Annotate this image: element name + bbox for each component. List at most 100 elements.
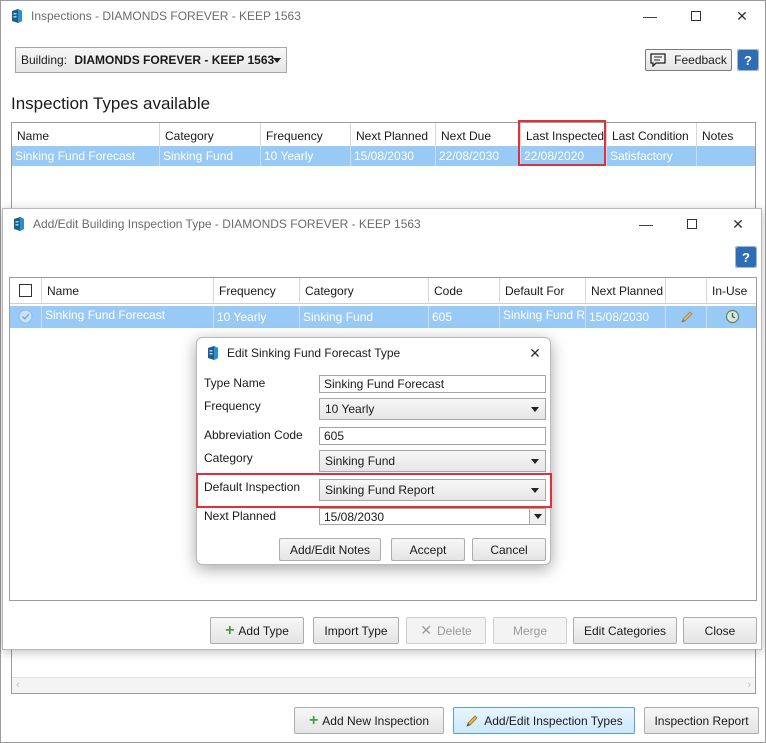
plus-icon: + <box>308 711 319 729</box>
abbreviation-code-input[interactable]: 605 <box>319 427 546 445</box>
row-select-cell[interactable] <box>10 306 42 328</box>
building-select[interactable]: Building: DIAMONDS FOREVER - KEEP 1563 <box>15 47 287 73</box>
last-inspected-highlight <box>518 120 606 166</box>
column-header[interactable]: Code <box>429 278 500 304</box>
delete-label: Delete <box>437 623 472 638</box>
add-edit-inspection-types-button[interactable]: Add/Edit Inspection Types <box>453 707 635 734</box>
maximize-icon[interactable] <box>673 1 719 31</box>
edit-categories-button[interactable]: Edit Categories <box>573 617 677 644</box>
cell-next-planned: 15/08/2030 <box>351 146 436 166</box>
cell-next-planned: 15/08/2030 <box>586 306 666 328</box>
building-value: DIAMONDS FOREVER - KEEP 1563 <box>74 53 275 67</box>
app-icon <box>11 8 23 24</box>
chevron-down-icon <box>534 514 542 519</box>
accept-label: Accept <box>409 542 447 557</box>
type-name-label: Type Name <box>204 376 266 390</box>
edit-cell[interactable] <box>666 306 707 328</box>
minimize-icon[interactable]: — <box>627 1 673 31</box>
clock-icon <box>725 309 740 324</box>
cell-frequency: 10 Yearly <box>214 306 300 328</box>
checkbox-icon[interactable] <box>19 284 32 298</box>
app-icon <box>13 216 25 232</box>
merge-label: Merge <box>512 623 547 638</box>
column-header[interactable]: Frequency <box>214 278 300 304</box>
add-edit-inspection-types-label: Add/Edit Inspection Types <box>484 713 623 728</box>
horizontal-scrollbar[interactable]: ‹ › <box>12 677 755 693</box>
table-row[interactable]: Sinking Fund Forecast 10 Yearly Sinking … <box>10 306 756 328</box>
edit-categories-label: Edit Categories <box>583 623 667 638</box>
next-planned-input[interactable]: 15/08/2030 <box>319 508 546 525</box>
app-icon <box>207 345 219 361</box>
scroll-right-icon[interactable]: › <box>747 679 751 691</box>
feedback-label: Feedback <box>674 53 727 67</box>
cancel-button[interactable]: Cancel <box>472 538 546 561</box>
feedback-button[interactable]: Feedback <box>645 49 732 71</box>
inspection-report-label: Inspection Report <box>654 713 749 728</box>
building-label: Building: <box>21 53 68 67</box>
type-name-input[interactable]: Sinking Fund Forecast <box>319 375 546 393</box>
add-new-inspection-button[interactable]: + Add New Inspection <box>294 707 444 734</box>
pencil-icon <box>465 714 479 728</box>
cell-code: 605 <box>429 306 500 328</box>
close-icon[interactable]: ✕ <box>719 1 765 31</box>
add-edit-notes-label: Add/Edit Notes <box>289 542 371 557</box>
edit-titlebar: Add/Edit Building Inspection Type - DIAM… <box>3 209 761 239</box>
frequency-select[interactable]: 10 Yearly <box>319 398 546 420</box>
minimize-icon[interactable]: — <box>623 209 669 239</box>
scroll-left-icon[interactable]: ‹ <box>16 679 20 691</box>
pencil-icon[interactable] <box>680 310 694 324</box>
column-header[interactable]: Next Planned <box>586 278 666 304</box>
add-edit-notes-button[interactable]: Add/Edit Notes <box>279 538 381 561</box>
cell-name: Sinking Fund Forecast <box>12 146 160 166</box>
delete-button[interactable]: ✕ Delete <box>406 617 486 644</box>
cell-default-for: Sinking Fund Re <box>500 306 586 328</box>
edit-window-title: Add/Edit Building Inspection Type - DIAM… <box>33 217 421 231</box>
column-header[interactable]: Default For <box>500 278 586 304</box>
cell-last-condition: Satisfactory <box>607 146 697 166</box>
feedback-icon <box>650 53 666 67</box>
main-window-title: Inspections - DIAMONDS FOREVER - KEEP 15… <box>31 9 301 23</box>
close-button[interactable]: Close <box>683 617 757 644</box>
cell-category: Sinking Fund <box>300 306 429 328</box>
grid-header: Name Frequency Category Code Default For… <box>10 278 756 304</box>
in-use-cell <box>707 306 758 328</box>
close-icon[interactable]: ✕ <box>520 338 550 368</box>
close-icon[interactable]: ✕ <box>715 209 761 239</box>
maximize-icon[interactable] <box>669 209 715 239</box>
chevron-down-icon <box>531 459 539 464</box>
import-type-button[interactable]: Import Type <box>313 617 399 644</box>
add-new-inspection-label: Add New Inspection <box>322 713 430 728</box>
column-header[interactable] <box>666 278 707 304</box>
help-icon[interactable]: ? <box>736 247 756 267</box>
cell-next-due: 22/08/2030 <box>436 146 521 166</box>
add-type-button[interactable]: + Add Type <box>210 617 304 644</box>
date-dropdown-button[interactable] <box>529 509 545 524</box>
frequency-value: 10 Yearly <box>325 402 375 416</box>
column-header[interactable]: In-Use <box>707 278 758 304</box>
help-icon[interactable]: ? <box>738 50 758 70</box>
main-titlebar: Inspections - DIAMONDS FOREVER - KEEP 15… <box>1 1 765 31</box>
merge-button[interactable]: Merge <box>493 617 567 644</box>
x-icon: ✕ <box>420 622 433 638</box>
table-row[interactable]: Sinking Fund Forecast Sinking Fund 10 Ye… <box>12 146 755 166</box>
plus-icon: + <box>225 621 235 639</box>
category-value: Sinking Fund <box>325 454 396 468</box>
import-type-label: Import Type <box>324 623 388 638</box>
cell-notes <box>697 146 757 166</box>
dialog-titlebar: Edit Sinking Fund Forecast Type ✕ <box>197 338 550 368</box>
frequency-label: Frequency <box>204 399 261 413</box>
default-inspection-highlight <box>196 473 552 508</box>
abbreviation-code-label: Abbreviation Code <box>204 428 303 442</box>
section-title: Inspection Types available <box>11 94 211 113</box>
accept-button[interactable]: Accept <box>391 538 465 561</box>
dialog-title: Edit Sinking Fund Forecast Type <box>227 346 401 360</box>
column-header[interactable]: Name <box>42 278 214 304</box>
inspection-report-button[interactable]: Inspection Report <box>644 707 759 734</box>
category-label: Category <box>204 451 253 465</box>
check-circle-icon <box>18 309 33 324</box>
cell-frequency: 10 Yearly <box>261 146 351 166</box>
category-select[interactable]: Sinking Fund <box>319 450 546 472</box>
edit-type-dialog: Edit Sinking Fund Forecast Type ✕ Type N… <box>196 337 552 565</box>
column-header[interactable]: Category <box>300 278 429 304</box>
select-all-column[interactable] <box>10 278 42 304</box>
